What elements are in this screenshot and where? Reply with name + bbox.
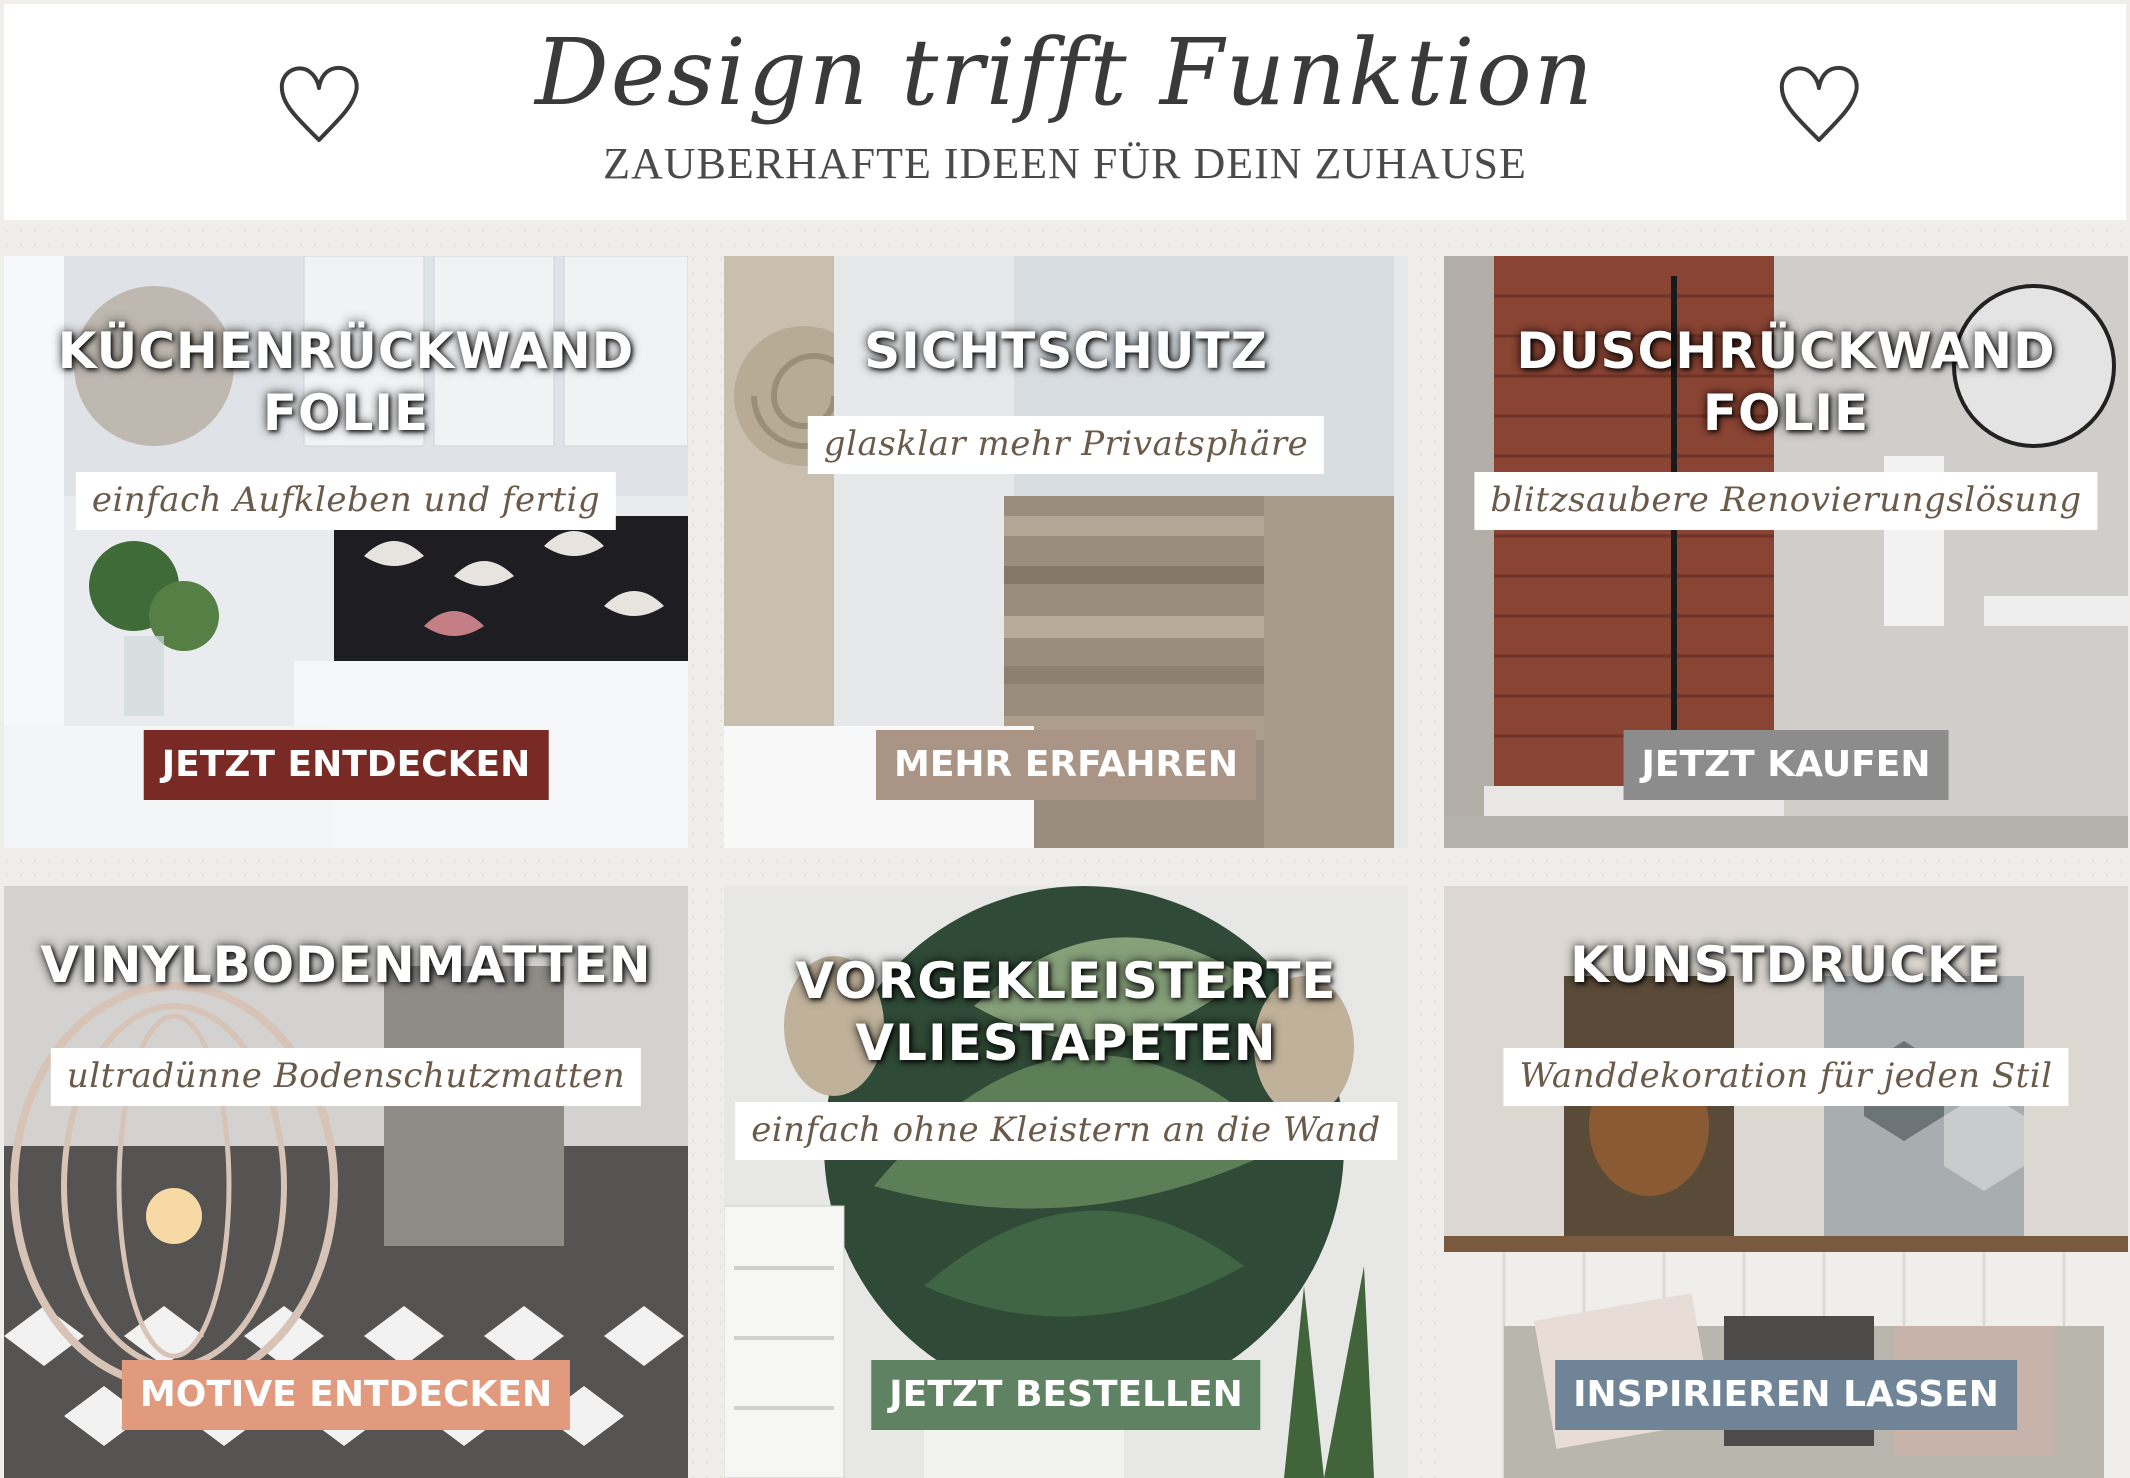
tile-kunstdrucke[interactable]: KUNSTDRUCKE Wanddekoration für jeden Sti…	[1444, 886, 2128, 1478]
tile-sichtschutz[interactable]: SICHTSCHUTZ glasklar mehr Privatsphäre M…	[724, 256, 1408, 848]
header-banner: Design trifft Funktion ZAUBERHAFTE IDEEN…	[4, 4, 2126, 220]
tile-title: VORGEKLEISTERTE VLIESTAPETEN	[795, 952, 1337, 1072]
tile-title: DUSCHRÜCKWAND FOLIE	[1516, 322, 2056, 442]
jetzt-kaufen-button[interactable]: JETZT KAUFEN	[1623, 730, 1949, 800]
tile-tagline: einfach ohne Kleistern an die Wand	[735, 1102, 1397, 1160]
jetzt-bestellen-button[interactable]: JETZT BESTELLEN	[871, 1360, 1261, 1430]
tile-title: KUNSTDRUCKE	[1570, 936, 2002, 994]
tile-title: KÜCHENRÜCKWAND FOLIE	[57, 322, 635, 442]
motive-entdecken-button[interactable]: MOTIVE ENTDECKEN	[121, 1360, 571, 1430]
tile-tagline: ultradünne Bodenschutzmatten	[50, 1048, 642, 1106]
tile-tagline: einfach Aufkleben und fertig	[75, 472, 617, 530]
jetzt-entdecken-button[interactable]: JETZT ENTDECKEN	[143, 730, 549, 800]
tile-tagline: blitzsaubere Renovierungslösung	[1474, 472, 2098, 530]
tile-duschrueckwand[interactable]: DUSCHRÜCKWAND FOLIE blitzsaubere Renovie…	[1444, 256, 2128, 848]
heart-outline-icon	[1779, 65, 1859, 142]
tile-vinylbodenmatten[interactable]: VINYLBODENMATTEN ultradünne Bodenschutzm…	[4, 886, 688, 1478]
inspirieren-lassen-button[interactable]: INSPIRIEREN LASSEN	[1555, 1360, 2017, 1430]
mehr-erfahren-button[interactable]: MEHR ERFAHREN	[875, 730, 1257, 800]
tile-tagline: glasklar mehr Privatsphäre	[807, 416, 1325, 474]
tile-kuechenrueckwand[interactable]: KÜCHENRÜCKWAND FOLIE einfach Aufkleben u…	[4, 256, 688, 848]
tile-tagline: Wanddekoration für jeden Stil	[1503, 1048, 2069, 1106]
tile-title: SICHTSCHUTZ	[864, 322, 1268, 380]
tile-vliestapeten[interactable]: VORGEKLEISTERTE VLIESTAPETEN einfach ohn…	[724, 886, 1408, 1478]
tile-title: VINYLBODENMATTEN	[40, 936, 652, 994]
page: Design trifft Funktion ZAUBERHAFTE IDEEN…	[0, 0, 2130, 1478]
